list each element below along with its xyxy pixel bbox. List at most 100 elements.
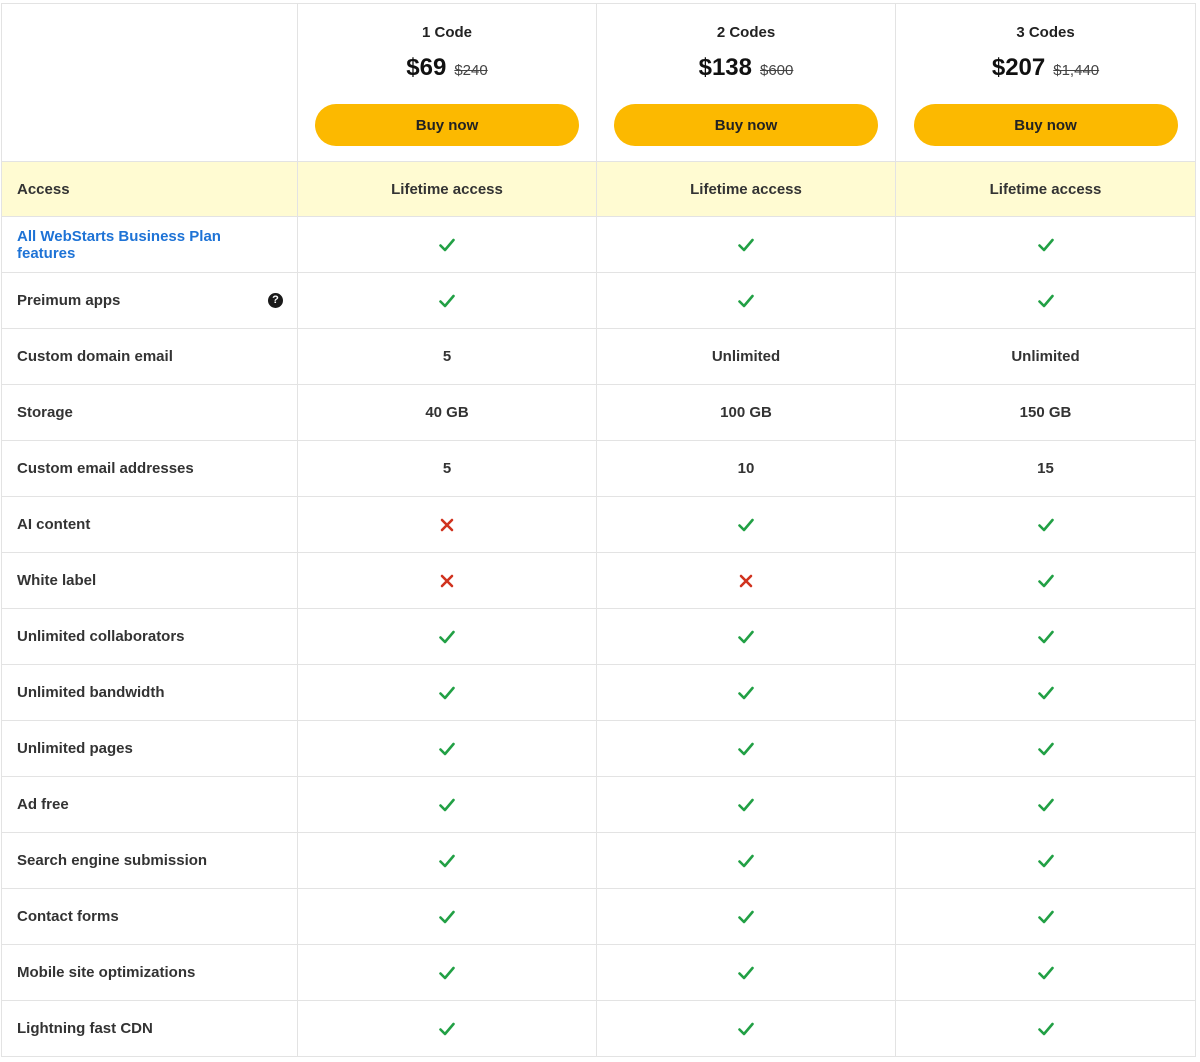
feature-label: Preimum apps?: [1, 273, 298, 328]
check-icon: [1037, 854, 1054, 868]
feature-label-text: White label: [17, 572, 97, 589]
plan-price: $69: [406, 54, 447, 81]
value-cell: [896, 945, 1196, 1000]
value-cell: [597, 497, 896, 552]
value-cell: [597, 553, 896, 608]
check-icon: [738, 238, 754, 252]
check-icon: [439, 966, 455, 980]
feature-row: Custom email addresses 5 10 15: [1, 441, 1196, 497]
check-icon: [1037, 1022, 1054, 1036]
feature-label-text: Preimum apps: [17, 292, 121, 309]
check-icon: [439, 1022, 455, 1036]
feature-label: Custom email addresses: [1, 441, 298, 496]
feature-label-text: Unlimited bandwidth: [17, 684, 165, 701]
value-cell: [298, 217, 597, 272]
plan-3-codes: 3 Codes $207 $1,440 Buy now: [896, 4, 1196, 161]
cross-icon: [739, 574, 753, 588]
feature-row: AI content: [1, 497, 1196, 553]
check-icon: [738, 966, 754, 980]
feature-label-text: Custom email addresses: [17, 460, 194, 477]
feature-row: Access Lifetime access Lifetime access Life…: [1, 162, 1196, 217]
check-icon: [439, 686, 455, 700]
value-cell: [597, 1001, 896, 1056]
check-icon: [738, 294, 754, 308]
value-cell: [597, 609, 896, 664]
plan-name: 1 Code: [421, 24, 472, 41]
feature-row: White label: [1, 553, 1196, 609]
check-icon: [1037, 966, 1054, 980]
feature-label-text[interactable]: All WebStarts Business Plan features: [17, 228, 283, 262]
feature-label: AI content: [1, 497, 298, 552]
value-cell: [298, 833, 597, 888]
value-cell-text: Lifetime access: [896, 162, 1196, 216]
feature-label: Unlimited pages: [1, 721, 298, 776]
check-icon: [738, 854, 754, 868]
feature-label: Ad free: [1, 777, 298, 832]
check-icon: [1037, 238, 1054, 252]
value-cell: [896, 833, 1196, 888]
buy-now-button-1-code[interactable]: Buy now: [315, 104, 579, 146]
value-cell: [298, 945, 597, 1000]
plan-old-price: $1,440: [1053, 62, 1100, 79]
feature-label: Search engine submission: [1, 833, 298, 888]
plan-price-line: $69 $240: [406, 54, 487, 82]
feature-label: Storage: [1, 385, 298, 440]
value-cell: [597, 945, 896, 1000]
feature-label: White label: [1, 553, 298, 608]
check-icon: [1037, 518, 1054, 532]
check-icon: [439, 854, 455, 868]
value-cell: [896, 553, 1196, 608]
check-icon: [738, 630, 754, 644]
value-cell: [597, 273, 896, 328]
feature-label: Unlimited collaborators: [1, 609, 298, 664]
feature-label-text: Custom domain email: [17, 348, 173, 365]
feature-row: Unlimited pages: [1, 721, 1196, 777]
feature-label-text: Access: [17, 180, 70, 198]
value-cell: [896, 721, 1196, 776]
check-icon: [1037, 574, 1054, 588]
check-icon: [1037, 294, 1054, 308]
check-icon: [439, 238, 455, 252]
feature-label-text: Lightning fast CDN: [17, 1020, 153, 1037]
plan-old-price: $600: [760, 62, 794, 79]
value-cell: [298, 721, 597, 776]
plan-price-line: $207 $1,440: [992, 54, 1099, 82]
plan-2-codes: 2 Codes $138 $600 Buy now: [597, 4, 896, 161]
feature-label: Unlimited bandwidth: [1, 665, 298, 720]
plan-price: $207: [991, 54, 1046, 81]
check-icon: [1037, 910, 1054, 924]
feature-label-text: AI content: [17, 516, 91, 533]
value-cell-text: Lifetime access: [298, 162, 597, 216]
plan-price-line: $138 $600: [699, 54, 794, 82]
question-circle-icon[interactable]: ?: [268, 293, 283, 308]
feature-label-text: Mobile site optimizations: [17, 964, 196, 981]
value-cell-text: 5: [298, 329, 597, 384]
value-cell: [298, 777, 597, 832]
feature-label: Mobile site optimizations: [1, 945, 298, 1000]
plans-header-row: 1 Code $69 $240 Buy now 2 Codes $138 $60…: [1, 3, 1196, 162]
feature-row: Unlimited collaborators: [1, 609, 1196, 665]
buy-now-button-3-codes[interactable]: Buy now: [913, 104, 1178, 146]
feature-row: Preimum apps?: [1, 273, 1196, 329]
value-cell: [298, 889, 597, 944]
feature-row: Unlimited bandwidth: [1, 665, 1196, 721]
feature-row: Mobile site optimizations: [1, 945, 1196, 1001]
value-cell-text: 100 GB: [597, 385, 896, 440]
plan-price: $138: [698, 54, 752, 81]
feature-label-text: Ad free: [17, 796, 69, 813]
check-icon: [738, 1022, 754, 1036]
check-icon: [1037, 798, 1054, 812]
value-cell: [896, 609, 1196, 664]
value-cell: [597, 889, 896, 944]
feature-row: Ad free: [1, 777, 1196, 833]
value-cell: [597, 721, 896, 776]
value-cell-text: 10: [597, 441, 896, 496]
check-icon: [439, 910, 455, 924]
check-icon: [1037, 686, 1054, 700]
feature-label-link[interactable]: All WebStarts Business Plan features: [1, 217, 298, 272]
value-cell: [298, 609, 597, 664]
check-icon: [738, 518, 754, 532]
buy-now-button-2-codes[interactable]: Buy now: [614, 104, 878, 146]
check-icon: [439, 742, 455, 756]
value-cell: [597, 833, 896, 888]
